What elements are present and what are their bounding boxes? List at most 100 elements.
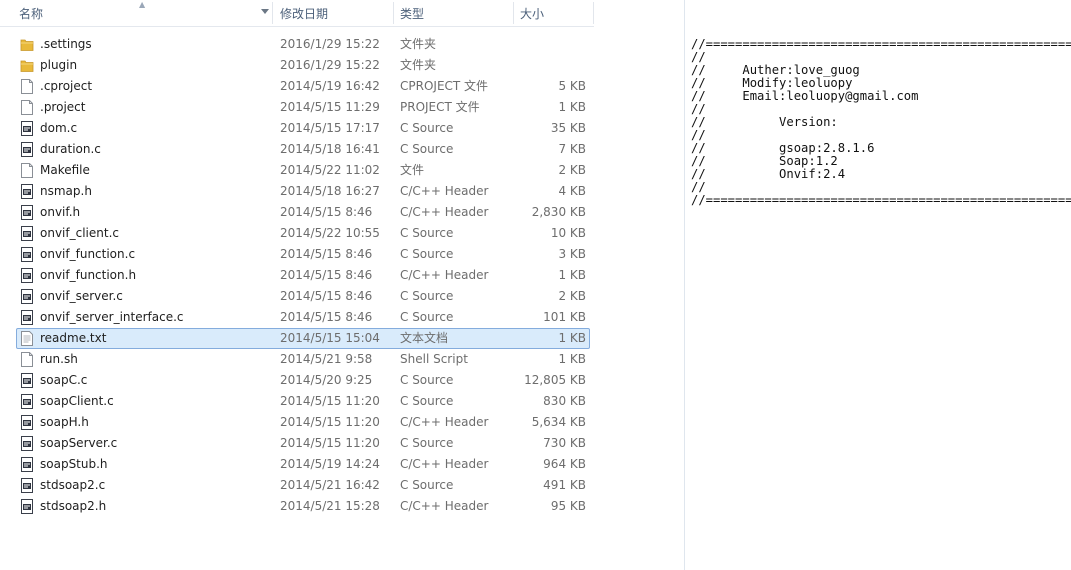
file-type: C Source: [400, 142, 454, 156]
file-name: onvif_function.c: [40, 247, 136, 261]
sort-up-icon: ▲: [139, 0, 146, 9]
file-type: C Source: [400, 373, 454, 387]
file-type: C/C++ Header: [400, 205, 489, 219]
column-divider[interactable]: [272, 2, 273, 24]
file-name: dom.c: [40, 121, 78, 135]
file-row[interactable]: .cproject 2014/5/19 16:42 CPROJECT 文件 5 KB: [0, 76, 594, 97]
preview-line: // Onvif:2.4: [691, 167, 846, 181]
source-file-icon: [20, 478, 34, 493]
file-type: C/C++ Header: [400, 184, 489, 198]
file-modified-date: 2014/5/22 10:55: [280, 226, 380, 240]
blank-file-icon: [20, 79, 34, 94]
file-name: Makefile: [40, 163, 90, 177]
file-type: C Source: [400, 247, 454, 261]
file-name: readme.txt: [40, 331, 107, 345]
preview-line: //======================================…: [691, 37, 1071, 51]
file-type: C/C++ Header: [400, 268, 489, 282]
file-row[interactable]: stdsoap2.h 2014/5/21 15:28 C/C++ Header 95 …: [0, 496, 594, 517]
source-file-icon: [20, 226, 34, 241]
file-modified-date: 2014/5/15 15:04: [280, 331, 380, 345]
file-name: soapC.c: [40, 373, 88, 387]
file-size: 964 KB: [543, 457, 586, 471]
file-type: C Source: [400, 394, 454, 408]
preview-line: // Email:leoluopy@gmail.com: [691, 89, 919, 103]
file-type: CPROJECT 文件: [400, 79, 489, 93]
source-file-icon: [20, 184, 34, 199]
file-name: plugin: [40, 58, 78, 72]
file-row[interactable]: soapServer.c 2014/5/15 11:20 C Source 730 K…: [0, 433, 594, 454]
file-row[interactable]: onvif.h 2014/5/15 8:46 C/C++ Header 2,830 K…: [0, 202, 594, 223]
file-row[interactable]: run.sh 2014/5/21 9:58 Shell Script 1 KB: [0, 349, 594, 370]
column-header-type[interactable]: 类型: [400, 0, 424, 26]
file-modified-date: 2014/5/15 8:46: [280, 310, 373, 324]
source-file-icon: [20, 121, 34, 136]
file-row[interactable]: soapH.h 2014/5/15 11:20 C/C++ Header 5,634 …: [0, 412, 594, 433]
file-row[interactable]: dom.c 2014/5/15 17:17 C Source 35 KB: [0, 118, 594, 139]
file-type: Shell Script: [400, 352, 468, 366]
blank-file-icon: [20, 100, 34, 115]
file-name: onvif_function.h: [40, 268, 137, 282]
file-modified-date: 2014/5/22 11:02: [280, 163, 380, 177]
column-header-date[interactable]: 修改日期: [280, 0, 328, 26]
file-name: onvif_client.c: [40, 226, 119, 240]
file-size: 491 KB: [543, 478, 586, 492]
file-row[interactable]: onvif_client.c 2014/5/22 10:55 C Source 10 …: [0, 223, 594, 244]
column-header-size[interactable]: 大小: [520, 0, 544, 26]
file-size: 4 KB: [558, 184, 586, 198]
file-name: onvif_server_interface.c: [40, 310, 184, 324]
file-row[interactable]: soapC.c 2014/5/20 9:25 C Source 12,805 KB: [0, 370, 594, 391]
file-modified-date: 2014/5/21 15:28: [280, 499, 380, 513]
text-file-icon: [20, 331, 34, 346]
file-name: onvif.h: [40, 205, 81, 219]
file-modified-date: 2014/5/15 11:29: [280, 100, 380, 114]
column-header-name[interactable]: 名称: [19, 0, 43, 26]
file-size: 7 KB: [558, 142, 586, 156]
source-file-icon: [20, 310, 34, 325]
file-size: 1 KB: [558, 268, 586, 282]
file-name: onvif_server.c: [40, 289, 123, 303]
file-modified-date: 2014/5/15 11:20: [280, 394, 380, 408]
file-size: 1 KB: [558, 331, 586, 345]
file-row[interactable]: plugin 2016/1/29 15:22 文件夹: [0, 55, 594, 76]
file-size: 5,634 KB: [531, 415, 586, 429]
preview-line: //======================================…: [691, 193, 1071, 207]
file-size: 95 KB: [550, 499, 586, 513]
source-file-icon: [20, 289, 34, 304]
file-size: 3 KB: [558, 247, 586, 261]
column-divider[interactable]: [393, 2, 394, 24]
column-divider[interactable]: [593, 2, 594, 24]
file-row[interactable]: .settings 2016/1/29 15:22 文件夹: [0, 34, 594, 55]
file-type: 文件夹: [400, 37, 437, 51]
file-row[interactable]: Makefile 2014/5/22 11:02 文件 2 KB: [0, 160, 594, 181]
file-row[interactable]: onvif_server_interface.c 2014/5/15 8:46 C …: [0, 307, 594, 328]
file-row[interactable]: onvif_function.h 2014/5/15 8:46 C/C++ Head…: [0, 265, 594, 286]
file-name: .cproject: [40, 79, 93, 93]
file-modified-date: 2014/5/15 17:17: [280, 121, 380, 135]
file-type: C Source: [400, 289, 454, 303]
file-type: C/C++ Header: [400, 499, 489, 513]
file-modified-date: 2016/1/29 15:22: [280, 37, 380, 51]
file-modified-date: 2014/5/19 14:24: [280, 457, 380, 471]
file-row[interactable]: readme.txt 2014/5/15 15:04 文本文档 1 KB: [0, 328, 594, 349]
file-size: 2 KB: [558, 289, 586, 303]
file-row[interactable]: onvif_server.c 2014/5/15 8:46 C Source 2 KB: [0, 286, 594, 307]
file-row[interactable]: .project 2014/5/15 11:29 PROJECT 文件 1 KB: [0, 97, 594, 118]
file-row[interactable]: nsmap.h 2014/5/18 16:27 C/C++ Header 4 KB: [0, 181, 594, 202]
file-type: 文件: [400, 163, 425, 177]
file-type: C/C++ Header: [400, 457, 489, 471]
file-type: C Source: [400, 310, 454, 324]
file-row[interactable]: duration.c 2014/5/18 16:41 C Source 7 KB: [0, 139, 594, 160]
file-row[interactable]: soapClient.c 2014/5/15 11:20 C Source 830 K…: [0, 391, 594, 412]
file-type: C Source: [400, 478, 454, 492]
file-size: 35 KB: [550, 121, 586, 135]
file-name: .project: [40, 100, 86, 114]
file-row[interactable]: stdsoap2.c 2014/5/21 16:42 C Source 491 KB: [0, 475, 594, 496]
file-size: 1 KB: [558, 352, 586, 366]
file-name: stdsoap2.h: [40, 499, 107, 513]
column-filter-dropdown-icon[interactable]: [261, 9, 269, 14]
file-row[interactable]: soapStub.h 2014/5/19 14:24 C/C++ Header 964…: [0, 454, 594, 475]
column-divider[interactable]: [513, 2, 514, 24]
text-preview[interactable]: //======================================…: [691, 38, 1071, 207]
pane-divider[interactable]: [684, 0, 685, 570]
file-row[interactable]: onvif_function.c 2014/5/15 8:46 C Source 3 …: [0, 244, 594, 265]
